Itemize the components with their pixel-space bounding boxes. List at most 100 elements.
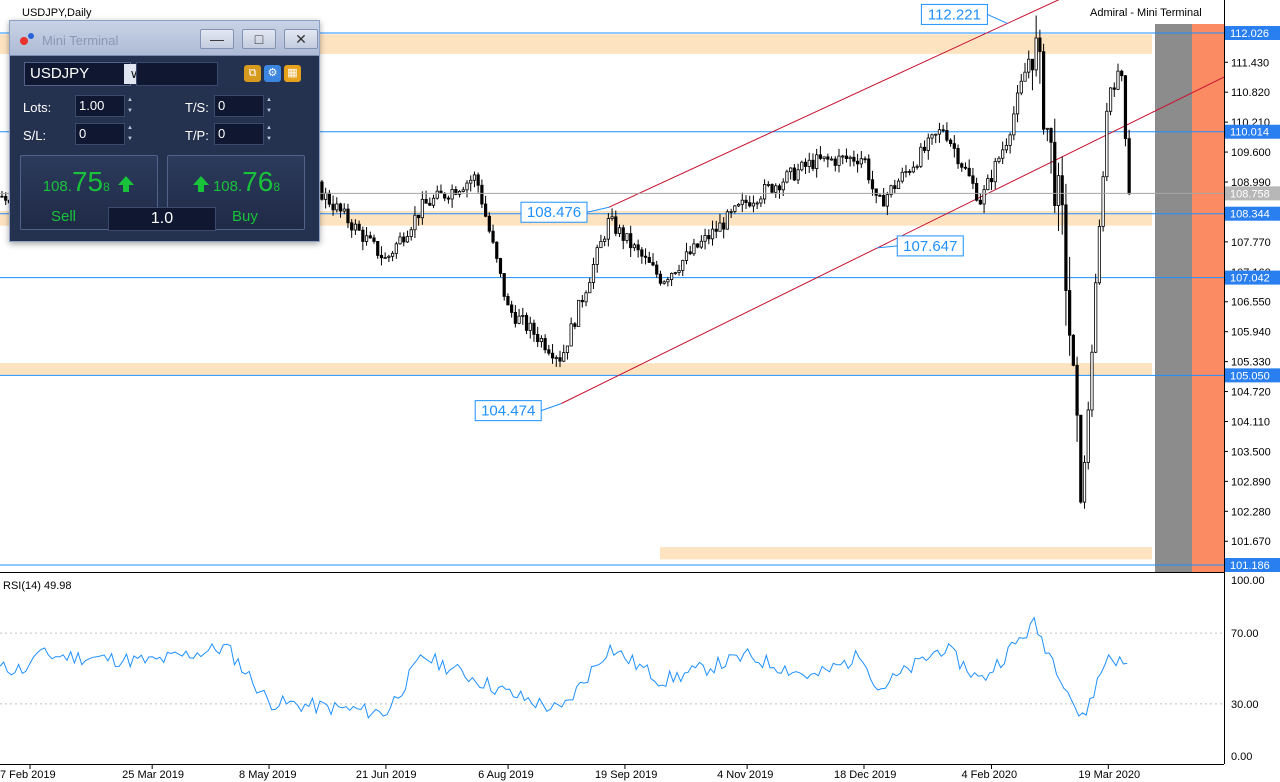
candle-body-169 (629, 233, 633, 249)
candle-body-124 (461, 189, 465, 192)
candle-body-296 (1101, 176, 1105, 227)
candle-body-249 (926, 137, 930, 151)
candle-body-200 (744, 199, 748, 204)
time-tick-5: 19 Sep 2019 (595, 769, 657, 781)
candle-body-151 (562, 352, 566, 362)
candle-body-127 (472, 174, 477, 181)
candle-body-210 (781, 181, 785, 191)
candle-body-166 (617, 227, 622, 234)
candle-body-299 (1112, 87, 1116, 90)
candle-body-162 (603, 238, 607, 242)
time-tick-8: 4 Feb 2020 (961, 769, 1017, 781)
candle-body-168 (625, 233, 629, 241)
mini-terminal-window[interactable]: Mini Terminal — □ ✕ USDJPY ∨ ⧉ ⚙ ▦ Lots:… (9, 20, 320, 242)
candle-body-256 (952, 143, 956, 149)
candle-body-253 (941, 129, 945, 132)
sl-input[interactable]: 0 (75, 123, 125, 145)
candle-body-271 (1008, 134, 1012, 146)
candle-body-214 (796, 169, 800, 181)
candle-body-191 (710, 228, 715, 240)
minimize-icon[interactable]: — (200, 29, 234, 49)
rsi-axis-ticks: 100.00 70.00 30.00 0.00 (1231, 575, 1265, 763)
time-tick-6: 4 Nov 2019 (717, 769, 773, 781)
candle-body-255 (949, 139, 953, 145)
future-area-gray (1155, 24, 1192, 572)
sell-price-pips: 75 (71, 166, 104, 197)
level-tag-3: 107.042 (1230, 273, 1270, 285)
candle-body-100 (372, 237, 376, 242)
rsi-line (0, 616, 1128, 719)
candle-body-137 (510, 304, 514, 313)
price-tick-15: 102.890 (1231, 476, 1271, 488)
candle-body-115 (428, 202, 432, 206)
candle-body-194 (722, 222, 726, 230)
symbol-select[interactable]: USDJPY ∨ (24, 62, 144, 86)
candle-body-145 (539, 338, 544, 343)
expand-icon[interactable]: ▦ (284, 65, 301, 82)
candle-body-175 (651, 262, 655, 266)
candle-body-174 (647, 256, 651, 263)
candle-body-120 (446, 197, 451, 200)
rsi-tick-3: 0.00 (1231, 751, 1252, 763)
candle-body-198 (736, 203, 741, 207)
price-tick-13: 104.110 (1231, 416, 1270, 428)
candle-body-259 (963, 166, 968, 169)
tp-input[interactable]: 0 (214, 123, 264, 145)
candle-body-206 (766, 184, 770, 186)
candle-body-126 (469, 179, 473, 184)
candle-body-156 (580, 299, 584, 303)
candle-body-199 (740, 199, 744, 205)
candle-body-290 (1079, 414, 1083, 503)
price-tick-7: 107.770 (1231, 237, 1271, 249)
candle-body-95 (353, 223, 358, 231)
mini-terminal-titlebar[interactable]: Mini Terminal — □ ✕ (10, 21, 319, 56)
gear-icon[interactable]: ⚙ (264, 65, 281, 82)
candle-body-205 (763, 184, 767, 200)
annotation-3: 104.474 (481, 403, 535, 420)
candle-body-149 (554, 357, 558, 359)
candle-body-93 (346, 208, 350, 224)
candle-body-139 (517, 315, 521, 324)
price-tick-1: 111.430 (1231, 57, 1269, 69)
tp-stepper[interactable]: ▲ ▼ (264, 123, 274, 145)
candle-body-297 (1105, 110, 1109, 178)
candle-body-240 (893, 185, 897, 190)
candle-body-219 (815, 154, 819, 169)
candle-body-96 (357, 223, 361, 231)
candle-body-229 (852, 156, 856, 162)
price-tick-4: 109.600 (1231, 147, 1271, 159)
lots-input[interactable]: 1.00 (75, 95, 125, 117)
time-axis-ticks: 7 Feb 2019 25 Mar 2019 8 May 2019 21 Jun 20… (0, 764, 1140, 781)
candle-body-222 (826, 156, 830, 160)
candle-body-188 (699, 240, 703, 248)
price-tick-14: 103.500 (1231, 446, 1271, 458)
candle-body-88 (327, 192, 331, 205)
candle-body-97 (361, 229, 365, 242)
ts-input[interactable]: 0 (214, 95, 264, 117)
sl-stepper[interactable]: ▲ ▼ (125, 123, 135, 145)
candle-body-107 (398, 236, 402, 245)
copy-icon[interactable]: ⧉ (244, 65, 261, 82)
candle-body-143 (532, 322, 536, 335)
time-tick-7: 18 Dec 2019 (834, 769, 896, 781)
candle-body-179 (666, 279, 670, 283)
candle-body-244 (908, 171, 912, 173)
maximize-icon[interactable]: □ (242, 29, 276, 49)
candle-body-130 (483, 203, 488, 217)
candle-body-101 (376, 241, 380, 256)
candle-body-140 (521, 314, 525, 317)
ts-stepper[interactable]: ▲ ▼ (264, 95, 274, 117)
candle-body-278 (1034, 37, 1038, 71)
candle-body-90 (335, 203, 339, 211)
close-icon[interactable]: ✕ (284, 29, 318, 49)
candle-body-238 (885, 194, 889, 207)
lots-stepper[interactable]: ▲ ▼ (125, 95, 135, 117)
candle-body-291 (1082, 462, 1087, 503)
candle-body-129 (480, 184, 484, 205)
candle-body-189 (703, 235, 707, 242)
candle-body-116 (431, 197, 436, 206)
price-tick-12: 104.720 (1231, 387, 1271, 399)
candle-body-0 (0, 195, 4, 198)
candle-body-284 (1056, 175, 1061, 206)
volume-input[interactable]: 1.0 (108, 207, 216, 231)
